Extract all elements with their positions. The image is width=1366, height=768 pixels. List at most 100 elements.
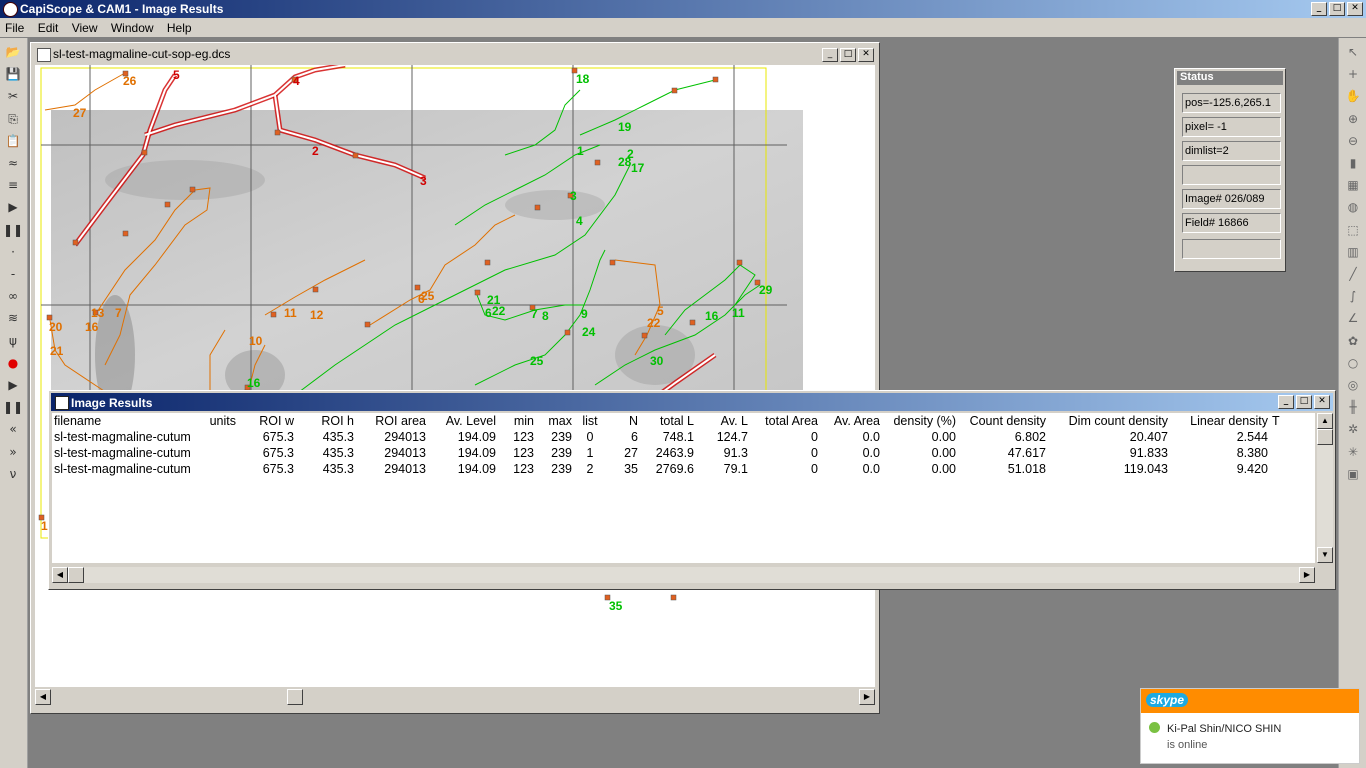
column-header[interactable]: Dim count density — [1048, 413, 1170, 429]
column-header[interactable]: max — [536, 413, 574, 429]
overlay-label: 13 — [91, 306, 105, 320]
zoom-out-icon[interactable]: ⊖ — [1343, 131, 1363, 151]
status-empty-field — [1182, 165, 1281, 185]
maximize-button[interactable]: □ — [1329, 2, 1345, 16]
scroll-down-icon[interactable]: ▼ — [1317, 547, 1333, 563]
wave-icon[interactable]: ≋ — [3, 308, 23, 328]
hand-icon[interactable]: ✋ — [1343, 86, 1363, 106]
ring-icon[interactable]: ◎ — [1343, 375, 1363, 395]
results-title-bar[interactable]: Image Results _ □ ✕ — [51, 393, 1333, 411]
close-button[interactable]: ✕ — [1347, 2, 1363, 16]
bug-icon[interactable]: ✳ — [1343, 442, 1363, 462]
pause2-icon[interactable]: ❚❚ — [3, 397, 23, 417]
menu-edit[interactable]: Edit — [33, 18, 64, 35]
scroll-left-icon[interactable]: ◀ — [35, 689, 51, 705]
column-header[interactable]: ROI w — [238, 413, 296, 429]
column-header[interactable]: T — [1270, 413, 1294, 429]
column-header[interactable]: total Area — [750, 413, 820, 429]
globe-icon[interactable]: ◍ — [1343, 197, 1363, 217]
save-icon[interactable]: 💾 — [3, 64, 23, 84]
column-header[interactable]: Count density — [958, 413, 1048, 429]
results-vertical-scrollbar[interactable]: ▲ ▼ — [1317, 413, 1333, 563]
image-canvas[interactable]: 26 5 4 27 2 3 18 19 1 2 28 17 3 4 25 6 21 22 6 7 8 9 5 22 16 11 29… — [35, 65, 875, 687]
image-icon[interactable]: ▣ — [1343, 464, 1363, 484]
bucket-icon[interactable]: ▮ — [1343, 153, 1363, 173]
pause-icon[interactable]: ❚❚ — [3, 220, 23, 240]
scroll-right-icon[interactable]: ▶ — [859, 689, 875, 705]
image-minimize-button[interactable]: _ — [822, 48, 838, 62]
image-results-window[interactable]: Image Results _ □ ✕ filename units ROI w RO… — [48, 390, 1336, 590]
circle-icon[interactable]: ○ — [1343, 353, 1363, 373]
rewind-icon[interactable]: « — [3, 419, 23, 439]
scroll-thumb[interactable] — [287, 689, 303, 705]
column-header[interactable]: ROI area — [356, 413, 428, 429]
vscroll-thumb[interactable] — [1317, 429, 1333, 445]
nu-icon[interactable]: ν — [3, 464, 23, 484]
column-header[interactable]: Av. L — [696, 413, 750, 429]
angle-icon[interactable]: ∠ — [1343, 308, 1363, 328]
results-minimize-button[interactable]: _ — [1278, 395, 1294, 409]
paste-icon[interactable]: 📋 — [3, 131, 23, 151]
results-scroll-right-icon[interactable]: ▶ — [1299, 567, 1315, 583]
column-header[interactable]: units — [196, 413, 238, 429]
grid-icon[interactable]: ▦ — [1343, 175, 1363, 195]
pointer-icon[interactable]: ↖ — [1343, 42, 1363, 62]
results-maximize-button[interactable]: □ — [1296, 395, 1312, 409]
status-panel[interactable]: Status pos=-125.6,265.1 pixel= -1 dimlis… — [1174, 68, 1286, 272]
menu-help[interactable]: Help — [162, 18, 197, 35]
app-icon[interactable] — [3, 2, 18, 17]
image-maximize-button[interactable]: □ — [840, 48, 856, 62]
copy-icon[interactable]: ⎘ — [3, 109, 23, 129]
column-header[interactable]: N — [606, 413, 640, 429]
column-header[interactable]: Av. Level — [428, 413, 498, 429]
blob-icon[interactable]: ✿ — [1343, 331, 1363, 351]
image-horizontal-scrollbar[interactable]: ◀ ▶ — [35, 689, 875, 705]
menu-view[interactable]: View — [67, 18, 103, 35]
curve-icon[interactable]: ∫ — [1343, 286, 1363, 306]
play-icon[interactable]: ▶ — [3, 197, 23, 217]
split-icon[interactable]: ╫ — [1343, 397, 1363, 417]
scroll-up-icon[interactable]: ▲ — [1317, 413, 1333, 429]
image-close-button[interactable]: ✕ — [858, 48, 874, 62]
gear-icon[interactable]: ✲ — [1343, 419, 1363, 439]
results-hscroll-thumb[interactable] — [68, 567, 84, 583]
column-header[interactable]: filename — [52, 413, 196, 429]
app-title-bar[interactable]: CapiScope & CAM1 - Image Results _ □ ✕ — [0, 0, 1366, 18]
column-header[interactable]: ROI h — [296, 413, 356, 429]
list-icon[interactable]: ≡ — [3, 175, 23, 195]
menu-window[interactable]: Window — [106, 18, 159, 35]
table-row[interactable]: sl-test-magmaline-cutum 675.3 435.3 294013 1… — [52, 461, 1294, 477]
table-row[interactable]: sl-test-magmaline-cutum 675.3 435.3 294013 1… — [52, 445, 1294, 461]
results-close-button[interactable]: ✕ — [1314, 395, 1330, 409]
record-icon[interactable]: ● — [3, 353, 23, 373]
tools-icon[interactable]: ≈ — [3, 153, 23, 173]
column-header[interactable]: min — [498, 413, 536, 429]
column-header[interactable]: Linear density — [1170, 413, 1270, 429]
results-horizontal-scrollbar[interactable]: ◀ ▶ — [52, 567, 1315, 583]
crosshair-icon[interactable]: + — [1343, 64, 1363, 84]
dash-icon[interactable]: - — [3, 264, 23, 284]
zoom-in-icon[interactable]: ⊕ — [1343, 109, 1363, 129]
select-icon[interactable]: ⬚ — [1343, 220, 1363, 240]
graph-icon[interactable]: ψ — [3, 331, 23, 351]
results-table-area[interactable]: filename units ROI w ROI h ROI area Av. Level… — [52, 413, 1315, 563]
column-header[interactable]: Av. Area — [820, 413, 882, 429]
image-window[interactable]: sl-test-magmaline-cut-sop-eg.dcs _ □ ✕ 2… — [30, 42, 880, 714]
forward-icon[interactable]: » — [3, 442, 23, 462]
column-header[interactable]: density (%) — [882, 413, 958, 429]
play2-icon[interactable]: ▶ — [3, 375, 23, 395]
open-icon[interactable]: 📂 — [3, 42, 23, 62]
image-window-title-bar[interactable]: sl-test-magmaline-cut-sop-eg.dcs _ □ ✕ — [33, 45, 877, 63]
results-scroll-left-icon[interactable]: ◀ — [52, 567, 68, 583]
dot-icon[interactable]: · — [3, 242, 23, 262]
line-icon[interactable]: ╱ — [1343, 264, 1363, 284]
skype-notification[interactable]: skype Ki-Pal Shin/NICO SHIN is online — [1140, 688, 1360, 764]
column-header[interactable]: list — [574, 413, 606, 429]
menu-file[interactable]: File — [0, 18, 29, 35]
glasses-icon[interactable]: ∞ — [3, 286, 23, 306]
column-header[interactable]: total L — [640, 413, 696, 429]
hatch-icon[interactable]: ▥ — [1343, 242, 1363, 262]
table-row[interactable]: sl-test-magmaline-cutum 675.3 435.3 294013 1… — [52, 429, 1294, 445]
cut-icon[interactable]: ✂ — [3, 86, 23, 106]
minimize-button[interactable]: _ — [1311, 2, 1327, 16]
